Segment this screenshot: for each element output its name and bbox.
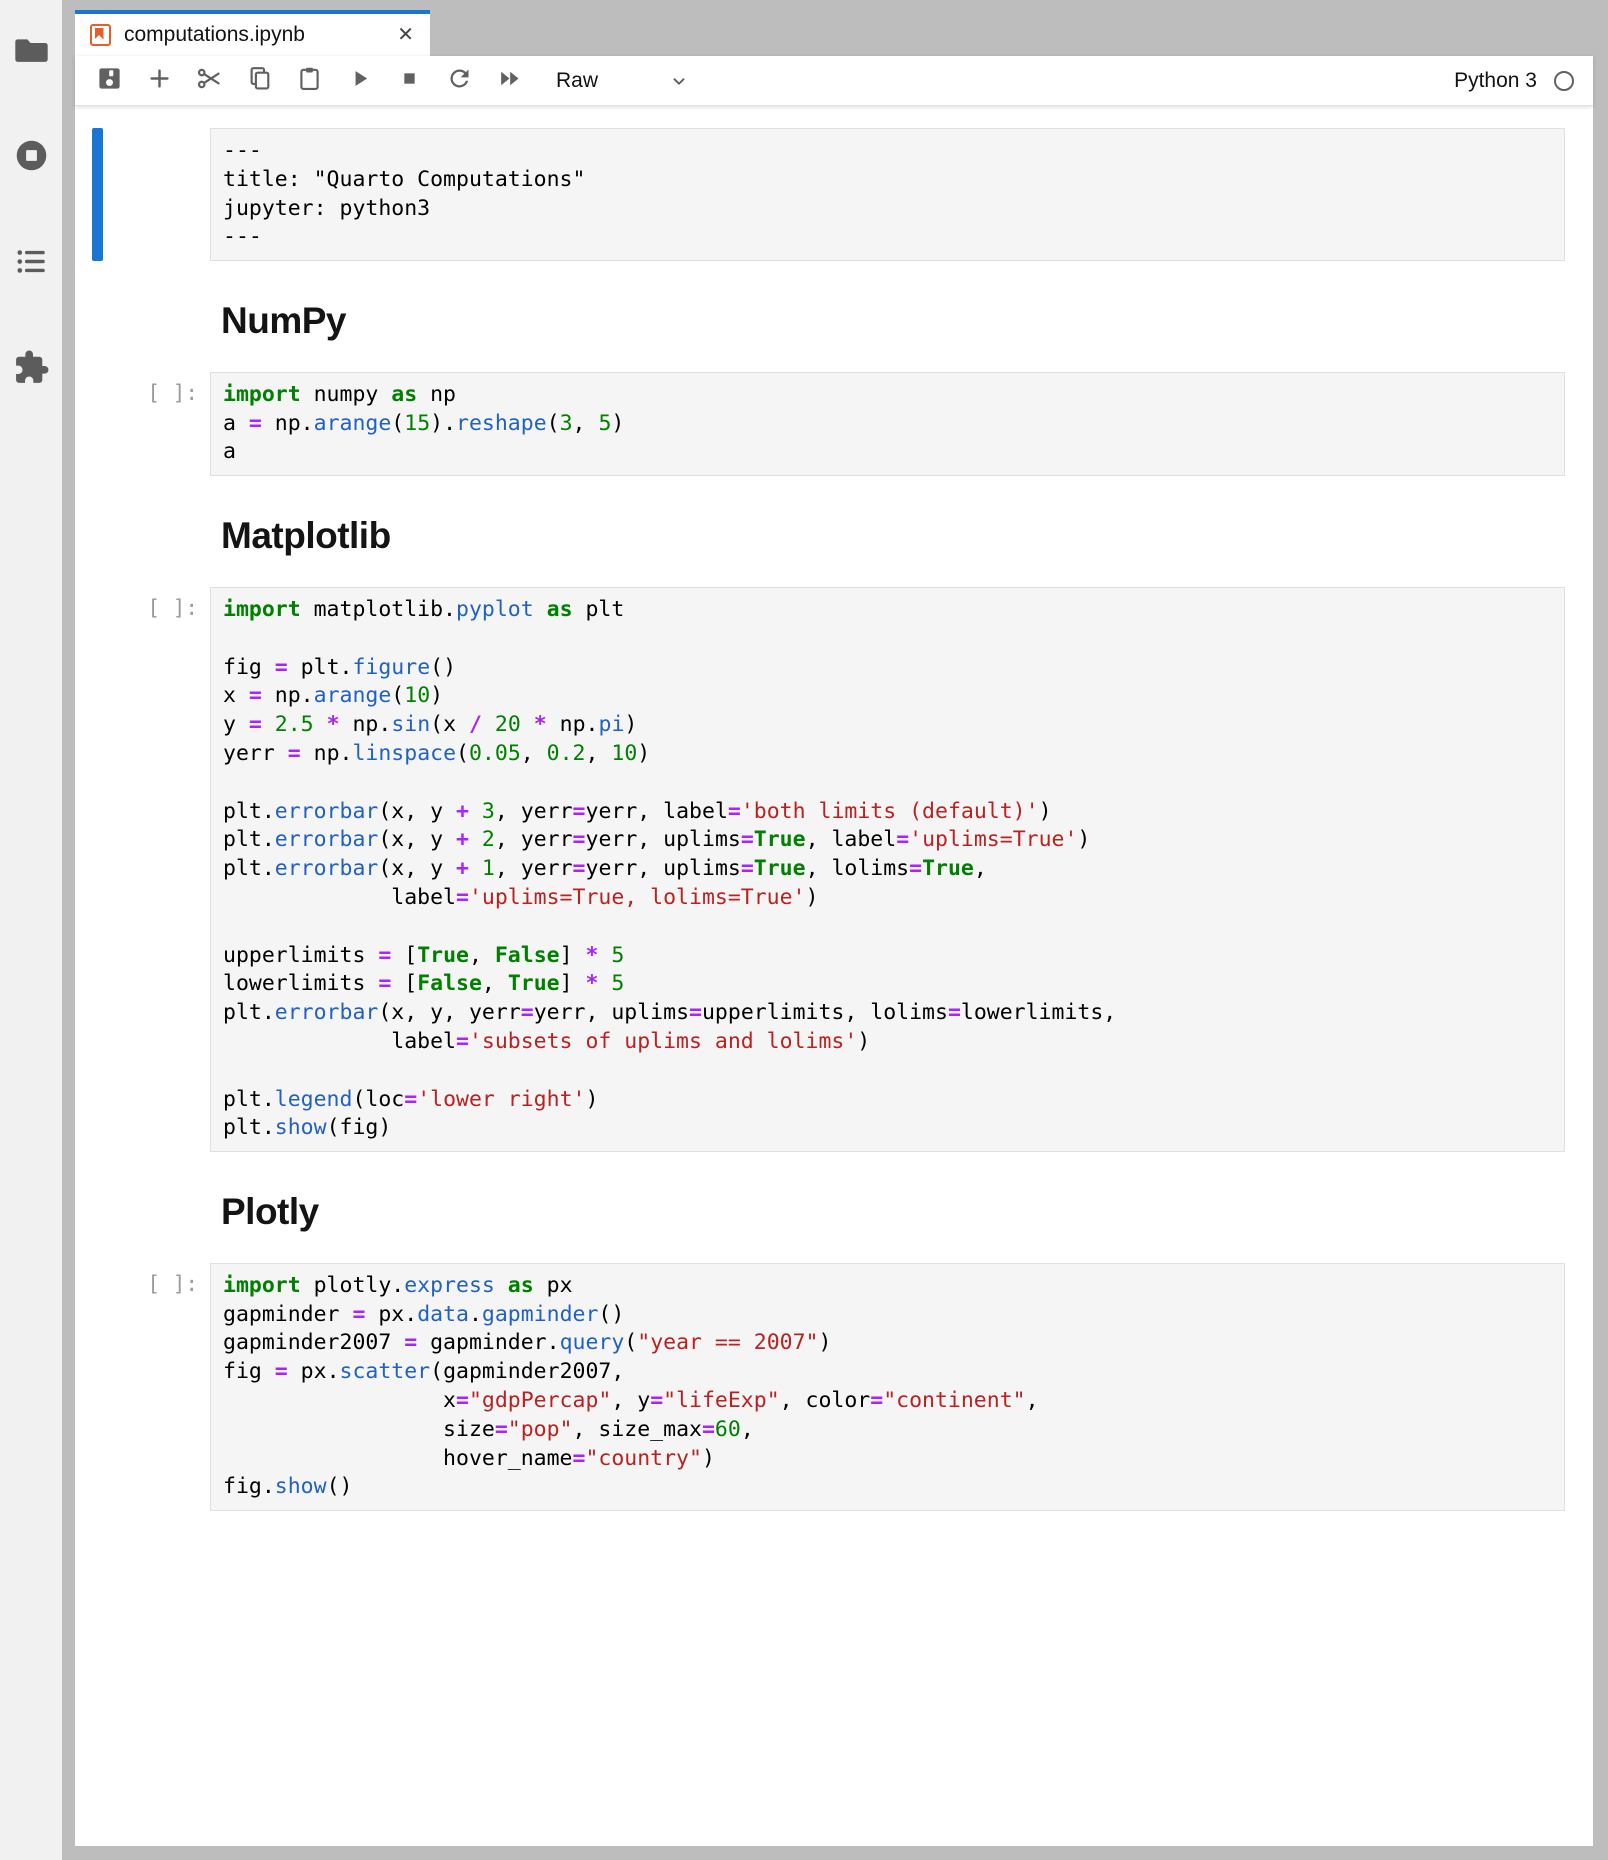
cell-editor[interactable]: ---title: "Quarto Computations"jupyter: … <box>210 128 1565 261</box>
cell-editor[interactable]: import plotly.express as pxgapminder = p… <box>210 1263 1565 1511</box>
sidebar-item-toc[interactable] <box>13 245 50 282</box>
paste-icon <box>296 65 323 97</box>
running-kernels-icon <box>13 137 50 179</box>
paste-button[interactable] <box>296 67 323 94</box>
tab-computations[interactable]: computations.ipynb ✕ <box>75 10 430 56</box>
cell-collapser[interactable] <box>92 128 103 261</box>
folder-icon <box>13 31 50 73</box>
tab-close-icon[interactable]: ✕ <box>393 25 418 45</box>
chevron-down-icon <box>668 70 690 92</box>
cell-type-select[interactable]: Raw <box>556 69 690 93</box>
sidebar-item-extensions[interactable] <box>13 351 50 388</box>
sidebar-item-running[interactable] <box>13 139 50 176</box>
cell-editor[interactable]: import numpy as npa = np.arange(15).resh… <box>210 372 1565 476</box>
sidebar-item-files[interactable] <box>13 33 50 70</box>
notebook-panel: Raw Python 3 ---title: "Quarto Computati… <box>75 56 1593 1846</box>
cell-collapser[interactable] <box>92 1263 103 1511</box>
cell-collapser[interactable] <box>92 587 103 1152</box>
table-of-contents-icon <box>13 243 50 285</box>
stop-button[interactable] <box>396 67 423 94</box>
cell-prompt: [ ]: <box>103 1263 210 1511</box>
add-icon <box>146 65 173 97</box>
cell-editor[interactable]: import matplotlib.pyplot as plt fig = pl… <box>210 587 1565 1152</box>
kernel-name: Python 3 <box>1454 69 1537 93</box>
tab-bar: computations.ipynb ✕ <box>75 0 1593 56</box>
run-button[interactable] <box>346 67 373 94</box>
code-cell[interactable]: [ ]:import numpy as npa = np.arange(15).… <box>75 372 1593 476</box>
section-heading: Plotly <box>221 1192 1593 1233</box>
cell-prompt: [ ]: <box>103 587 210 1152</box>
add-cell-button[interactable] <box>146 67 173 94</box>
run-icon <box>346 65 373 97</box>
cut-icon <box>196 65 223 97</box>
tab-title: computations.ipynb <box>124 23 393 47</box>
save-button[interactable] <box>96 67 123 94</box>
cell-collapser[interactable] <box>92 372 103 476</box>
stop-icon <box>396 65 423 97</box>
notebook-content: ---title: "Quarto Computations"jupyter: … <box>75 106 1593 1846</box>
kernel-indicator[interactable]: Python 3 <box>1454 69 1579 93</box>
section-heading: NumPy <box>221 301 1593 342</box>
cell-prompt <box>103 128 210 261</box>
section-heading: Matplotlib <box>221 516 1593 557</box>
notebook-toolbar: Raw Python 3 <box>75 56 1593 106</box>
jupyterlab-app: computations.ipynb ✕ <box>0 0 1608 1860</box>
notebook-icon <box>90 24 111 46</box>
code-cell[interactable]: [ ]:import matplotlib.pyplot as plt fig … <box>75 587 1593 1152</box>
left-sidebar <box>0 0 62 1860</box>
extensions-icon <box>13 349 50 391</box>
cell-type-value: Raw <box>556 69 598 93</box>
raw-cell[interactable]: ---title: "Quarto Computations"jupyter: … <box>75 128 1593 261</box>
code-cell[interactable]: [ ]:import plotly.express as pxgapminder… <box>75 1263 1593 1511</box>
run-all-button[interactable] <box>496 67 523 94</box>
cell-prompt: [ ]: <box>103 372 210 476</box>
copy-icon <box>246 65 273 97</box>
copy-button[interactable] <box>246 67 273 94</box>
restart-button[interactable] <box>446 67 473 94</box>
fast-forward-icon <box>496 65 523 97</box>
main-dock: computations.ipynb ✕ <box>62 0 1608 1860</box>
cut-button[interactable] <box>196 67 223 94</box>
save-icon <box>96 65 123 97</box>
kernel-status-icon <box>1554 71 1574 91</box>
restart-icon <box>446 65 473 97</box>
